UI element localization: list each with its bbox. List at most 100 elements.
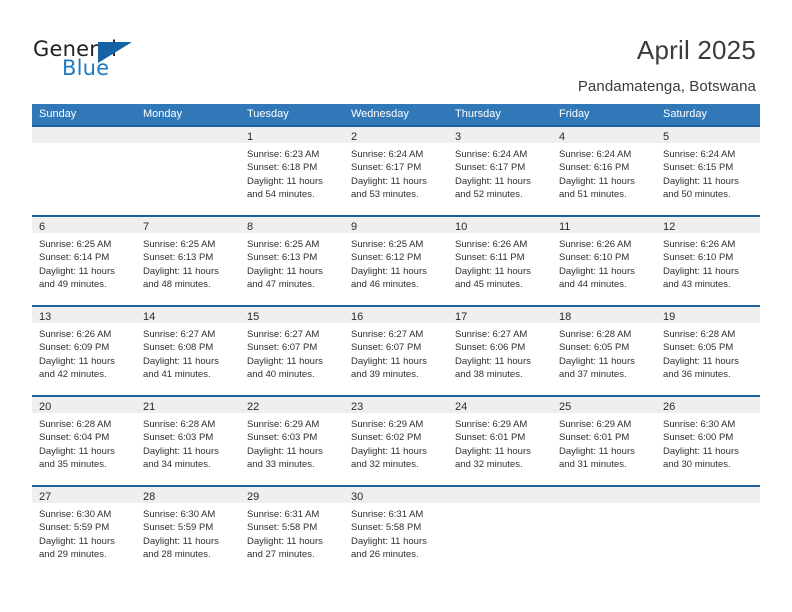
- sunset-time: Sunset: 6:17 PM: [455, 162, 526, 174]
- sunrise-time: Sunrise: 6:26 AM: [663, 239, 736, 250]
- day-cell[interactable]: 4 Sunrise: 6:24 AM Sunset: 6:16 PM Daylight…: [552, 127, 656, 215]
- daylight-duration-line2: and 49 minutes.: [39, 279, 107, 291]
- day-cell[interactable]: 23 Sunrise: 6:29 AM Sunset: 6:02 PM Dayligh…: [344, 397, 448, 485]
- daylight-duration-line1: Daylight: 11 hours: [559, 445, 635, 457]
- general-blue-logo[interactable]: General Blue: [33, 38, 163, 84]
- day-cell[interactable]: 20 Sunrise: 6:28 AM Sunset: 6:04 PM Dayligh…: [32, 397, 136, 485]
- page-subtitle-location: Pandamatenga, Botswana: [577, 78, 756, 95]
- day-cell[interactable]: 3 Sunrise: 6:24 AM Sunset: 6:17 PM Daylight…: [448, 127, 552, 215]
- sunrise-time: Sunrise: 6:28 AM: [663, 329, 736, 340]
- day-number: 30: [351, 491, 364, 503]
- day-number-strip: [32, 127, 136, 143]
- day-cell[interactable]: 18 Sunrise: 6:28 AM Sunset: 6:05 PM Dayligh…: [552, 307, 656, 395]
- daylight-duration-line1: Daylight: 11 hours: [143, 535, 219, 547]
- day-cell[interactable]: 26 Sunrise: 6:30 AM Sunset: 6:00 PM Dayligh…: [656, 397, 760, 485]
- sunset-time: Sunset: 6:07 PM: [351, 342, 422, 354]
- sunset-time: Sunset: 6:01 PM: [559, 432, 630, 444]
- day-cell[interactable]: 25 Sunrise: 6:29 AM Sunset: 6:01 PM Dayligh…: [552, 397, 656, 485]
- day-cell[interactable]: 29 Sunrise: 6:31 AM Sunset: 5:58 PM Dayligh…: [240, 487, 344, 575]
- daylight-duration-line1: Daylight: 11 hours: [351, 175, 427, 187]
- sunrise-time: Sunrise: 6:26 AM: [559, 239, 632, 250]
- day-details: Sunrise: 6:28 AM Sunset: 6:05 PM Daylight:…: [552, 323, 656, 395]
- week-cells: 1 Sunrise: 6:23 AM Sunset: 6:18 PM Daylight…: [32, 127, 760, 215]
- day-number: 8: [247, 221, 254, 233]
- day-number-strip: 8: [240, 217, 344, 233]
- day-number: 28: [143, 491, 156, 503]
- day-cell[interactable]: 1 Sunrise: 6:23 AM Sunset: 6:18 PM Daylight…: [240, 127, 344, 215]
- daylight-duration-line1: Daylight: 11 hours: [663, 355, 739, 367]
- sunset-time: Sunset: 6:03 PM: [143, 432, 214, 444]
- day-cell[interactable]: 22 Sunrise: 6:29 AM Sunset: 6:03 PM Dayligh…: [240, 397, 344, 485]
- day-details: Sunrise: 6:31 AM Sunset: 5:58 PM Daylight:…: [344, 503, 448, 575]
- day-cell[interactable]: 24 Sunrise: 6:29 AM Sunset: 6:01 PM Dayligh…: [448, 397, 552, 485]
- day-number: 17: [455, 311, 468, 323]
- day-number-strip: 9: [344, 217, 448, 233]
- daylight-duration-line1: Daylight: 11 hours: [455, 445, 531, 457]
- day-cell[interactable]: 12 Sunrise: 6:26 AM Sunset: 6:10 PM Dayligh…: [656, 217, 760, 305]
- day-number: 10: [455, 221, 468, 233]
- sunrise-time: Sunrise: 6:29 AM: [455, 419, 528, 430]
- day-number-strip: 2: [344, 127, 448, 143]
- sunrise-time: Sunrise: 6:31 AM: [247, 509, 320, 520]
- day-details: Sunrise: 6:23 AM Sunset: 6:18 PM Daylight:…: [240, 143, 344, 215]
- daylight-duration-line2: and 53 minutes.: [351, 189, 419, 201]
- daylight-duration-line1: Daylight: 11 hours: [39, 355, 115, 367]
- sunrise-time: Sunrise: 6:27 AM: [143, 329, 216, 340]
- sunset-time: Sunset: 6:03 PM: [247, 432, 318, 444]
- day-cell[interactable]: 5 Sunrise: 6:24 AM Sunset: 6:15 PM Daylight…: [656, 127, 760, 215]
- sunset-time: Sunset: 6:05 PM: [559, 342, 630, 354]
- day-cell[interactable]: 7 Sunrise: 6:25 AM Sunset: 6:13 PM Daylight…: [136, 217, 240, 305]
- day-number-strip: 21: [136, 397, 240, 413]
- sunset-time: Sunset: 6:16 PM: [559, 162, 630, 174]
- day-cell[interactable]: 28 Sunrise: 6:30 AM Sunset: 5:59 PM Dayligh…: [136, 487, 240, 575]
- daylight-duration-line1: Daylight: 11 hours: [247, 265, 323, 277]
- day-cell[interactable]: 21 Sunrise: 6:28 AM Sunset: 6:03 PM Dayligh…: [136, 397, 240, 485]
- sunset-time: Sunset: 6:08 PM: [143, 342, 214, 354]
- day-cell[interactable]: 9 Sunrise: 6:25 AM Sunset: 6:12 PM Daylight…: [344, 217, 448, 305]
- sunrise-time: Sunrise: 6:26 AM: [455, 239, 528, 250]
- day-number: 19: [663, 311, 676, 323]
- day-details: Sunrise: 6:26 AM Sunset: 6:10 PM Daylight:…: [552, 233, 656, 305]
- day-number-strip: 5: [656, 127, 760, 143]
- day-cell[interactable]: 8 Sunrise: 6:25 AM Sunset: 6:13 PM Daylight…: [240, 217, 344, 305]
- day-cell[interactable]: 13 Sunrise: 6:26 AM Sunset: 6:09 PM Dayligh…: [32, 307, 136, 395]
- day-number-strip: [136, 127, 240, 143]
- day-number-strip: 14: [136, 307, 240, 323]
- day-cell[interactable]: 17 Sunrise: 6:27 AM Sunset: 6:06 PM Dayligh…: [448, 307, 552, 395]
- sunset-time: Sunset: 6:09 PM: [39, 342, 110, 354]
- day-cell[interactable]: 30 Sunrise: 6:31 AM Sunset: 5:58 PM Dayligh…: [344, 487, 448, 575]
- day-details: Sunrise: 6:31 AM Sunset: 5:58 PM Daylight:…: [240, 503, 344, 575]
- weekday-header-saturday: Saturday: [663, 108, 708, 120]
- sunrise-time: Sunrise: 6:28 AM: [559, 329, 632, 340]
- day-cell[interactable]: 16 Sunrise: 6:27 AM Sunset: 6:07 PM Dayligh…: [344, 307, 448, 395]
- daylight-duration-line1: Daylight: 11 hours: [143, 355, 219, 367]
- day-details: Sunrise: 6:29 AM Sunset: 6:03 PM Daylight:…: [240, 413, 344, 485]
- day-cell[interactable]: 14 Sunrise: 6:27 AM Sunset: 6:08 PM Dayligh…: [136, 307, 240, 395]
- day-cell[interactable]: 11 Sunrise: 6:26 AM Sunset: 6:10 PM Dayligh…: [552, 217, 656, 305]
- day-number-strip: 12: [656, 217, 760, 233]
- daylight-duration-line2: and 33 minutes.: [247, 459, 315, 471]
- day-cell[interactable]: 6 Sunrise: 6:25 AM Sunset: 6:14 PM Daylight…: [32, 217, 136, 305]
- day-details: Sunrise: 6:30 AM Sunset: 6:00 PM Daylight:…: [656, 413, 760, 485]
- day-cell[interactable]: 15 Sunrise: 6:27 AM Sunset: 6:07 PM Dayligh…: [240, 307, 344, 395]
- day-cell[interactable]: 10 Sunrise: 6:26 AM Sunset: 6:11 PM Dayligh…: [448, 217, 552, 305]
- weekday-header-tuesday: Tuesday: [247, 108, 289, 120]
- day-number-strip: 15: [240, 307, 344, 323]
- sunrise-time: Sunrise: 6:30 AM: [663, 419, 736, 430]
- daylight-duration-line2: and 37 minutes.: [559, 369, 627, 381]
- day-number-strip: 20: [32, 397, 136, 413]
- calendar-grid: Sunday Monday Tuesday Wednesday Thursday Frid…: [32, 104, 760, 575]
- sunrise-time: Sunrise: 6:26 AM: [39, 329, 112, 340]
- day-cell[interactable]: 2 Sunrise: 6:24 AM Sunset: 6:17 PM Daylight…: [344, 127, 448, 215]
- sunset-time: Sunset: 5:59 PM: [143, 522, 214, 534]
- sunset-time: Sunset: 6:07 PM: [247, 342, 318, 354]
- day-cell[interactable]: 19 Sunrise: 6:28 AM Sunset: 6:05 PM Dayligh…: [656, 307, 760, 395]
- sunset-time: Sunset: 6:00 PM: [663, 432, 734, 444]
- day-details: Sunrise: 6:26 AM Sunset: 6:11 PM Daylight:…: [448, 233, 552, 305]
- day-cell[interactable]: 27 Sunrise: 6:30 AM Sunset: 5:59 PM Dayligh…: [32, 487, 136, 575]
- daylight-duration-line1: Daylight: 11 hours: [247, 445, 323, 457]
- day-details: Sunrise: 6:24 AM Sunset: 6:17 PM Daylight:…: [344, 143, 448, 215]
- daylight-duration-line2: and 29 minutes.: [39, 549, 107, 561]
- day-number-strip: 11: [552, 217, 656, 233]
- daylight-duration-line2: and 32 minutes.: [351, 459, 419, 471]
